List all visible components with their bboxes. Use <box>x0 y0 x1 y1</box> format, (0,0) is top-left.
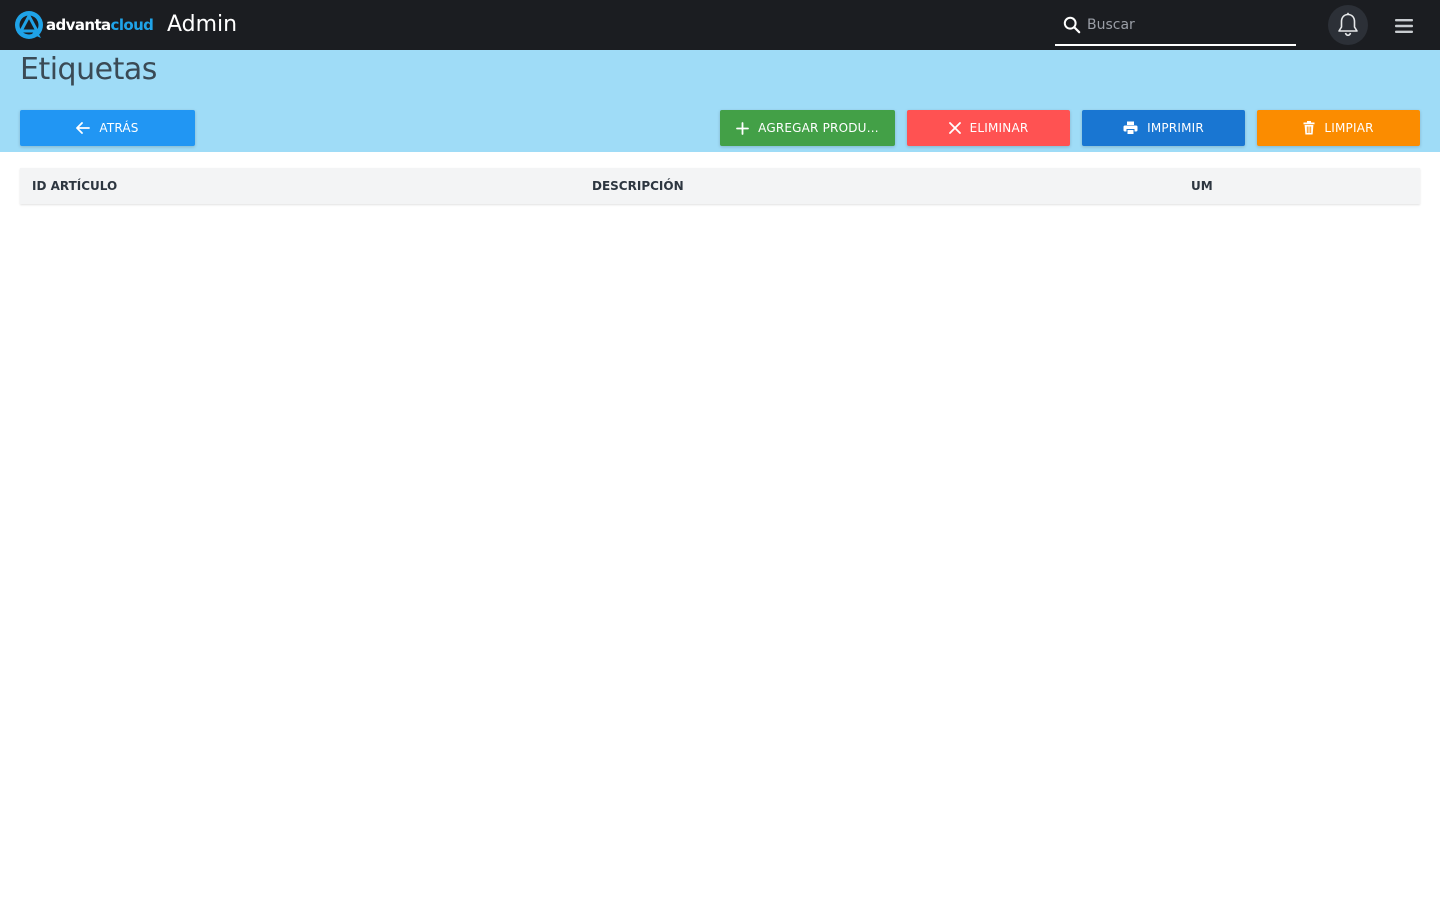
print-button-label: IMPRIMIR <box>1147 121 1204 135</box>
top-app-bar: advantacloud Admin <box>0 0 1440 50</box>
notifications-button[interactable] <box>1328 5 1368 45</box>
add-product-button-label: AGREGAR PRODU… <box>758 121 879 135</box>
brand-wordmark: advantacloud <box>46 10 154 40</box>
back-button[interactable]: ATRÁS <box>20 110 195 146</box>
add-product-button[interactable]: AGREGAR PRODU… <box>720 110 895 146</box>
column-header-description[interactable]: DESCRIPCIÓN <box>592 168 684 204</box>
search-icon <box>1063 16 1081 34</box>
column-header-item-id[interactable]: ID ARTÍCULO <box>32 168 117 204</box>
advanta-logo-mark-icon <box>15 11 43 39</box>
arrow-left-icon <box>76 122 91 134</box>
brand-wordmark-part2: cloud <box>110 16 154 34</box>
search-box[interactable] <box>1055 8 1296 46</box>
trash-icon <box>1303 121 1315 135</box>
close-icon <box>948 122 961 134</box>
printer-icon <box>1123 121 1138 135</box>
page-header: Etiquetas ATRÁS AGREGAR PRODU… ELIMINAR … <box>0 50 1440 152</box>
search-input[interactable] <box>1087 12 1287 38</box>
back-button-label: ATRÁS <box>99 121 139 135</box>
clear-button[interactable]: LIMPIAR <box>1257 110 1420 146</box>
print-button[interactable]: IMPRIMIR <box>1082 110 1245 146</box>
app-title: Admin <box>167 12 238 37</box>
clear-button-label: LIMPIAR <box>1324 121 1374 135</box>
plus-icon <box>736 121 750 135</box>
delete-button[interactable]: ELIMINAR <box>907 110 1070 146</box>
brand-logo[interactable]: advantacloud <box>14 10 154 40</box>
labels-table: ID ARTÍCULO DESCRIPCIÓN UM <box>20 168 1420 204</box>
page-title: Etiquetas <box>20 52 157 87</box>
bell-icon <box>1338 12 1358 37</box>
delete-button-label: ELIMINAR <box>969 121 1029 135</box>
column-header-um[interactable]: UM <box>1191 168 1213 204</box>
hamburger-menu-icon <box>1395 19 1413 33</box>
brand-wordmark-part1: advanta <box>46 16 111 34</box>
main-menu-button[interactable] <box>1390 12 1418 40</box>
